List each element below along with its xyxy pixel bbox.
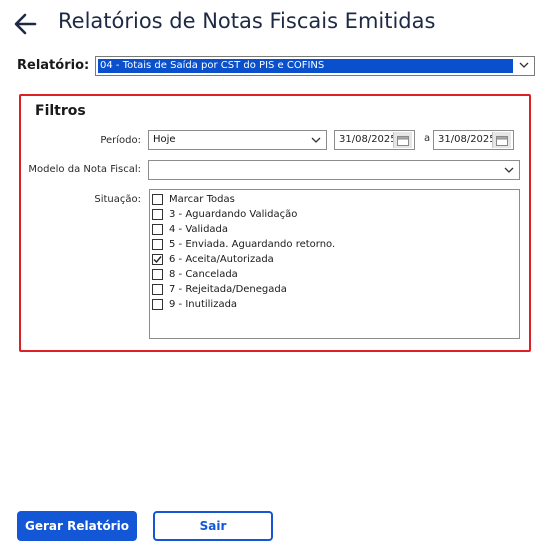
- situation-item[interactable]: 6 - Aceita/Autorizada: [152, 252, 274, 266]
- date-separator: a: [424, 133, 431, 144]
- report-label: Relatório:: [17, 58, 90, 73]
- arrow-left-icon: [14, 13, 37, 35]
- exit-button[interactable]: Sair: [153, 511, 273, 541]
- situation-item-label: 3 - Aguardando Validação: [169, 208, 298, 220]
- situation-item[interactable]: 7 - Rejeitada/Denegada: [152, 282, 287, 296]
- chevron-down-icon: [311, 137, 321, 143]
- report-select-value: 04 - Totais de Saída por CST do PIS e CO…: [98, 59, 513, 73]
- checkbox[interactable]: [152, 223, 163, 235]
- situation-label: Situação:: [94, 194, 141, 205]
- situation-item[interactable]: 5 - Enviada. Aguardando retorno.: [152, 237, 335, 251]
- date-to-input[interactable]: 31/08/2025: [433, 130, 514, 150]
- date-to-value: 31/08/2025: [438, 134, 496, 145]
- calendar-icon[interactable]: [393, 132, 412, 148]
- date-from-input[interactable]: 31/08/2025: [334, 130, 415, 150]
- check-icon: [153, 255, 162, 263]
- back-button[interactable]: [10, 9, 40, 39]
- checkbox[interactable]: [152, 268, 163, 280]
- filters-title: Filtros: [35, 103, 86, 119]
- checkbox[interactable]: [152, 208, 163, 220]
- situation-item-label: 5 - Enviada. Aguardando retorno.: [169, 238, 336, 250]
- invoice-model-label: Modelo da Nota Fiscal:: [28, 164, 141, 175]
- period-select-value: Hoje: [153, 134, 176, 145]
- situation-item[interactable]: Marcar Todas: [152, 192, 235, 206]
- situation-item[interactable]: 8 - Cancelada: [152, 267, 238, 281]
- filters-panel: Filtros Período: Hoje 31/08/2025 a 31/08…: [19, 94, 531, 352]
- situation-item-label: 6 - Aceita/Autorizada: [169, 253, 274, 265]
- header: Relatórios de Notas Fiscais Emitidas: [0, 0, 548, 50]
- situation-item-label: 9 - Inutilizada: [169, 298, 238, 310]
- situation-item[interactable]: 4 - Validada: [152, 222, 228, 236]
- situation-list[interactable]: Marcar Todas 3 - Aguardando Validação 4 - …: [149, 189, 520, 339]
- chevron-down-icon: [504, 167, 514, 173]
- checkbox[interactable]: [152, 238, 163, 250]
- date-from-value: 31/08/2025: [339, 134, 397, 145]
- checkbox-checked[interactable]: [152, 253, 163, 265]
- generate-report-button[interactable]: Gerar Relatório: [17, 511, 137, 541]
- situation-item-label: Marcar Todas: [169, 193, 235, 205]
- period-label: Período:: [100, 135, 141, 146]
- invoice-model-select[interactable]: [148, 160, 520, 180]
- situation-item-label: 8 - Cancelada: [169, 268, 238, 280]
- calendar-icon[interactable]: [492, 132, 511, 148]
- situation-item-label: 4 - Validada: [169, 223, 229, 235]
- period-select[interactable]: Hoje: [148, 130, 327, 150]
- chevron-down-icon: [519, 62, 529, 68]
- situation-item[interactable]: 9 - Inutilizada: [152, 297, 237, 311]
- situation-item[interactable]: 3 - Aguardando Validação: [152, 207, 297, 221]
- checkbox[interactable]: [152, 283, 163, 295]
- checkbox[interactable]: [152, 298, 163, 310]
- report-select[interactable]: 04 - Totais de Saída por CST do PIS e CO…: [95, 56, 535, 76]
- checkbox[interactable]: [152, 193, 163, 205]
- situation-item-label: 7 - Rejeitada/Denegada: [169, 283, 287, 295]
- page-title: Relatórios de Notas Fiscais Emitidas: [58, 9, 436, 33]
